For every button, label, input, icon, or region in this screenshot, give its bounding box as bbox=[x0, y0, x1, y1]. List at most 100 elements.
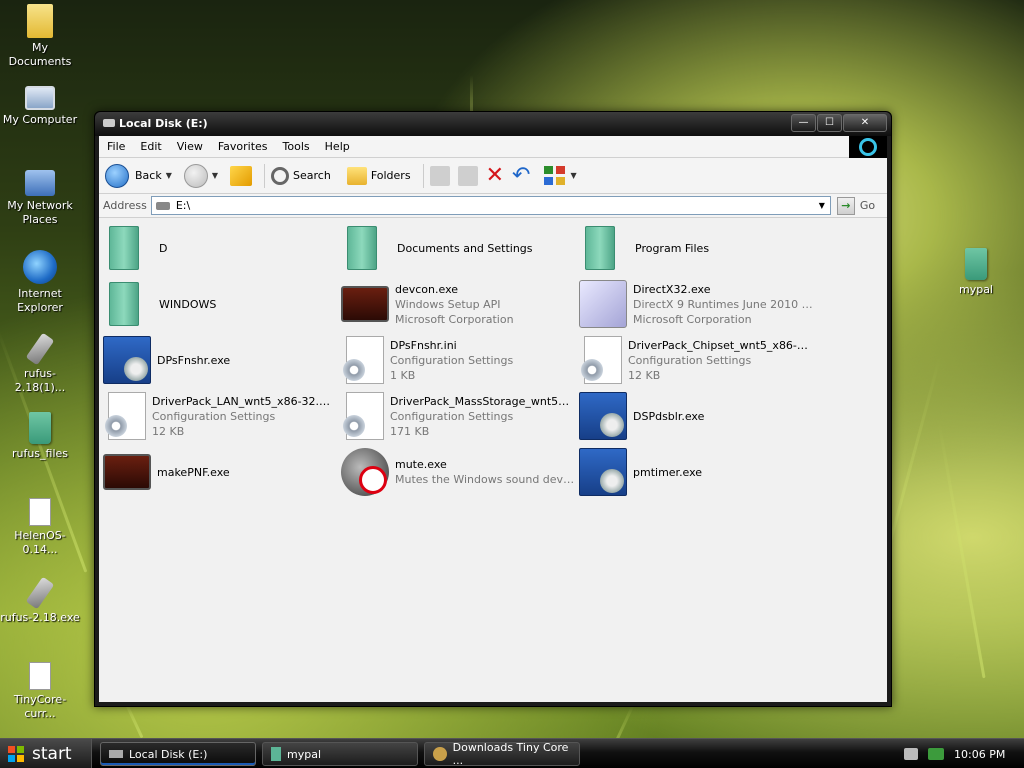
menu-file[interactable]: File bbox=[107, 140, 125, 153]
search-button[interactable]: Search bbox=[271, 166, 331, 185]
desktop-icon-label: rufus-2.18.exe bbox=[0, 611, 80, 624]
desktop-icon-helenos[interactable]: HelenOS-0.14... bbox=[0, 498, 80, 557]
task-label: Downloads Tiny Core ... bbox=[452, 741, 569, 767]
file-size: 1 KB bbox=[390, 368, 416, 382]
folders-button[interactable]: Folders bbox=[346, 166, 411, 185]
desktop-icon-rufus-1[interactable]: rufus-2.18(1)... bbox=[0, 332, 80, 395]
file-description: Mutes the Windows sound device bbox=[395, 473, 575, 486]
menu-favorites[interactable]: Favorites bbox=[218, 140, 268, 153]
desktop-icon-rufus-files[interactable]: rufus_files bbox=[0, 412, 80, 461]
up-folder-button[interactable] bbox=[230, 165, 253, 186]
file-item[interactable]: WINDOWS bbox=[103, 278, 339, 330]
forward-button[interactable]: ▼ bbox=[183, 163, 224, 188]
file-name: WINDOWS bbox=[159, 297, 217, 311]
address-input[interactable]: E:\ ▼ bbox=[150, 196, 831, 215]
desktop-icon-label: My Documents bbox=[8, 41, 72, 68]
desktop-icon-internet-explorer[interactable]: Internet Explorer bbox=[0, 250, 80, 315]
file-item[interactable]: DPsFnshr.ini Configuration Settings 1 KB bbox=[341, 334, 577, 386]
taskbar-item-downloads[interactable]: Downloads Tiny Core ... bbox=[424, 741, 580, 767]
file-item[interactable]: Documents and Settings bbox=[341, 222, 577, 274]
chevron-down-icon[interactable]: ▼ bbox=[570, 171, 576, 180]
menu-tools[interactable]: Tools bbox=[283, 140, 310, 153]
explorer-window: Local Disk (E:) — ☐ ✕ File Edit View Fav… bbox=[94, 111, 892, 707]
search-label: Search bbox=[293, 169, 331, 182]
go-arrow-icon: → bbox=[836, 196, 855, 215]
desktop-icon-label: mypal bbox=[958, 283, 993, 296]
search-icon bbox=[271, 166, 290, 185]
minimize-button[interactable]: — bbox=[791, 114, 816, 132]
file-name: devcon.exe bbox=[395, 282, 459, 296]
file-item[interactable]: DSPdsblr.exe bbox=[579, 390, 815, 442]
chevron-down-icon[interactable]: ▼ bbox=[166, 171, 172, 180]
file-item[interactable]: mute.exe Mutes the Windows sound device bbox=[341, 446, 577, 498]
file-company: Microsoft Corporation bbox=[395, 312, 514, 326]
forward-arrow-icon bbox=[183, 163, 208, 188]
desktop-icon-rufus-2[interactable]: rufus-2.18.exe bbox=[0, 576, 80, 625]
internet-explorer-icon bbox=[23, 250, 57, 284]
file-item[interactable]: DriverPack_Chipset_wnt5_x86-32.ini Confi… bbox=[579, 334, 815, 386]
file-name: DPsFnshr.exe bbox=[157, 353, 231, 367]
file-name: DriverPack_MassStorage_wnt5_x86... bbox=[390, 394, 570, 408]
delete-icon[interactable]: ✕ bbox=[486, 163, 504, 188]
maximize-button[interactable]: ☐ bbox=[817, 114, 842, 132]
chevron-down-icon[interactable]: ▼ bbox=[212, 171, 218, 180]
clock[interactable]: 10:06 PM bbox=[954, 748, 1005, 761]
drive-icon bbox=[155, 201, 170, 210]
file-item[interactable]: DriverPack_MassStorage_wnt5_x86... Confi… bbox=[341, 390, 577, 442]
file-name: DriverPack_LAN_wnt5_x86-32.ini bbox=[152, 394, 332, 408]
file-item[interactable]: DriverPack_LAN_wnt5_x86-32.ini Configura… bbox=[103, 390, 339, 442]
file-type: Configuration Settings bbox=[390, 409, 514, 423]
file-name: D bbox=[159, 241, 168, 255]
desktop-icon-mypal[interactable]: mypal bbox=[936, 248, 1016, 297]
desktop-icon-tinycore[interactable]: TinyCore-curr... bbox=[0, 662, 80, 721]
chevron-down-icon[interactable]: ▼ bbox=[814, 197, 830, 214]
folders-label: Folders bbox=[370, 169, 411, 182]
desktop-icon-label: rufus_files bbox=[11, 447, 69, 460]
file-description: Windows Setup API bbox=[395, 297, 501, 311]
file-name: pmtimer.exe bbox=[633, 465, 703, 479]
keyboard-icon[interactable] bbox=[904, 748, 918, 760]
config-file-icon bbox=[343, 392, 384, 440]
folder-icon bbox=[29, 412, 51, 444]
taskbar-item-local-disk[interactable]: Local Disk (E:) bbox=[100, 742, 256, 766]
file-size: 171 KB bbox=[390, 424, 430, 438]
menu-edit[interactable]: Edit bbox=[140, 140, 161, 153]
toolbar-separator bbox=[422, 163, 424, 188]
safely-remove-hardware-icon[interactable] bbox=[928, 748, 944, 760]
file-item[interactable]: makePNF.exe bbox=[103, 446, 339, 498]
back-label: Back bbox=[135, 169, 162, 182]
system-tray: 10:06 PM bbox=[904, 739, 1024, 768]
close-button[interactable]: ✕ bbox=[843, 114, 887, 132]
folder-icon bbox=[585, 226, 615, 270]
go-button[interactable]: → Go bbox=[836, 196, 875, 215]
file-item[interactable]: DirectX32.exe DirectX 9 Runtimes June 20… bbox=[579, 278, 815, 330]
file-item[interactable]: Program Files bbox=[579, 222, 815, 274]
file-item[interactable]: devcon.exe Windows Setup API Microsoft C… bbox=[341, 278, 577, 330]
file-name: DriverPack_Chipset_wnt5_x86-32.ini bbox=[628, 338, 808, 352]
menu-view[interactable]: View bbox=[177, 140, 203, 153]
menu-help[interactable]: Help bbox=[325, 140, 350, 153]
mute-speaker-icon bbox=[341, 448, 389, 496]
desktop-icon-label: TinyCore-curr... bbox=[13, 693, 67, 720]
desktop-icon-my-computer[interactable]: My Computer bbox=[0, 86, 80, 127]
file-item[interactable]: DPsFnshr.exe bbox=[103, 334, 339, 386]
move-to-icon[interactable] bbox=[429, 165, 450, 186]
file-company: Microsoft Corporation bbox=[633, 312, 752, 326]
undo-icon[interactable]: ↶ bbox=[512, 163, 530, 188]
back-button[interactable]: Back ▼ bbox=[105, 163, 178, 188]
windows-logo-icon bbox=[8, 746, 24, 762]
views-button[interactable]: ▼ bbox=[544, 165, 582, 186]
start-button[interactable]: start bbox=[0, 739, 92, 768]
toolbar: Back ▼ ▼ Search Folders ✕ ↶ ▼ bbox=[99, 158, 887, 194]
desktop-icon-my-documents[interactable]: My Documents bbox=[0, 4, 80, 69]
desktop-icon-network-places[interactable]: My Network Places bbox=[0, 170, 80, 227]
copy-to-icon[interactable] bbox=[457, 165, 478, 186]
file-name: DirectX32.exe bbox=[633, 282, 711, 296]
config-file-icon bbox=[105, 392, 146, 440]
folder-icon bbox=[271, 747, 281, 761]
file-item[interactable]: pmtimer.exe bbox=[579, 446, 815, 498]
title-bar[interactable]: Local Disk (E:) — ☐ ✕ bbox=[95, 112, 891, 136]
installer-icon bbox=[579, 280, 627, 328]
file-item[interactable]: D bbox=[103, 222, 339, 274]
taskbar-item-mypal[interactable]: mypal bbox=[262, 742, 418, 766]
